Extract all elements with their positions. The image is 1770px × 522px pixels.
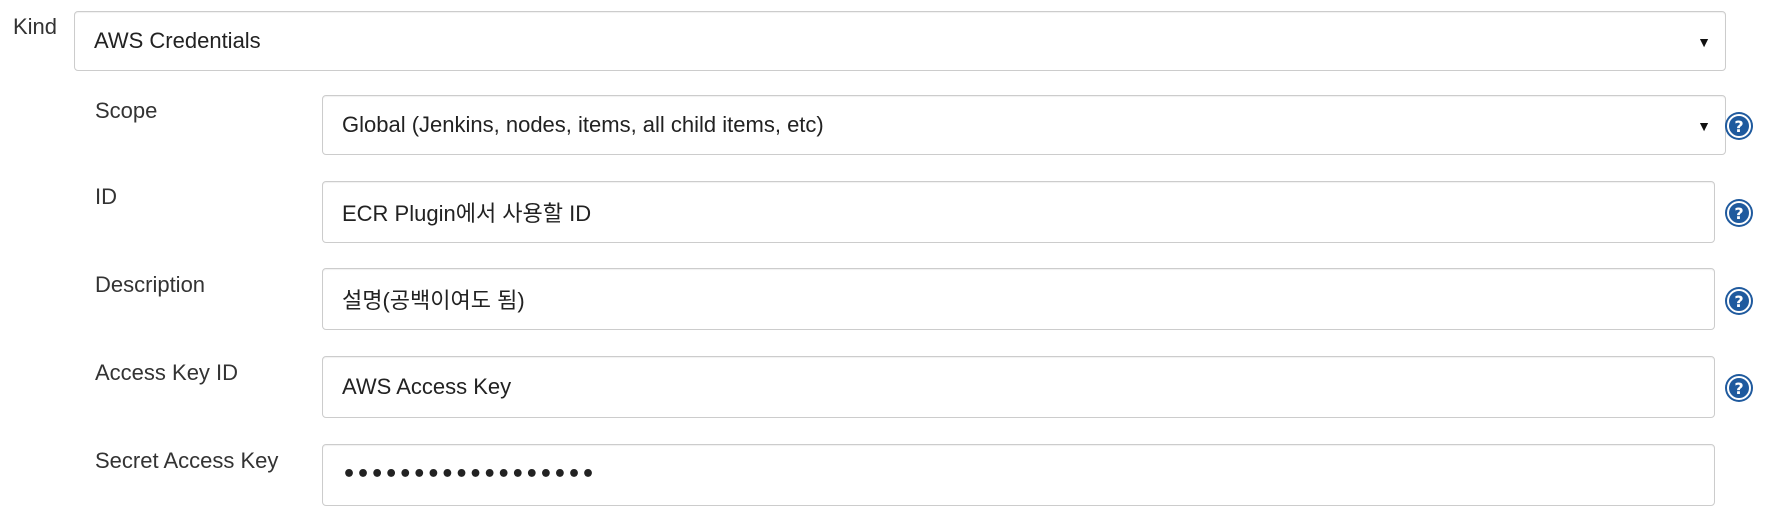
access-key-id-label: Access Key ID [95,360,239,385]
chevron-down-icon: ▼ [1697,34,1711,50]
secret-access-key-field-value: •••••••••••••••••• [342,461,596,487]
svg-text:?: ? [1734,292,1743,311]
id-label: ID [95,184,117,209]
access-key-id-field[interactable]: AWS Access Key [322,356,1715,418]
svg-text:?: ? [1734,117,1743,136]
help-icon[interactable]: ? [1723,110,1755,142]
kind-label: Kind [13,14,58,39]
help-icon[interactable]: ? [1723,197,1755,229]
kind-select-value: AWS Credentials [94,28,261,53]
scope-select[interactable]: Global (Jenkins, nodes, items, all child… [322,95,1726,155]
description-field[interactable]: 설명(공백이여도 됨) [322,268,1715,330]
description-field-value: 설명(공백이여도 됨) [342,288,525,313]
help-icon[interactable]: ? [1723,372,1755,404]
scope-select-value: Global (Jenkins, nodes, items, all child… [342,112,824,137]
svg-text:?: ? [1734,204,1743,223]
id-field[interactable]: ECR Plugin에서 사용할 ID [322,181,1715,243]
id-field-value: ECR Plugin에서 사용할 ID [342,201,592,226]
scope-label: Scope [95,98,158,123]
secret-access-key-field[interactable]: •••••••••••••••••• [322,444,1715,506]
chevron-down-icon: ▼ [1697,118,1711,134]
access-key-id-field-value: AWS Access Key [342,374,512,399]
description-label: Description [95,272,206,297]
secret-access-key-label: Secret Access Key [95,448,279,473]
help-icon[interactable]: ? [1723,285,1755,317]
svg-text:?: ? [1734,379,1743,398]
kind-select[interactable]: AWS Credentials ▼ [74,11,1726,71]
